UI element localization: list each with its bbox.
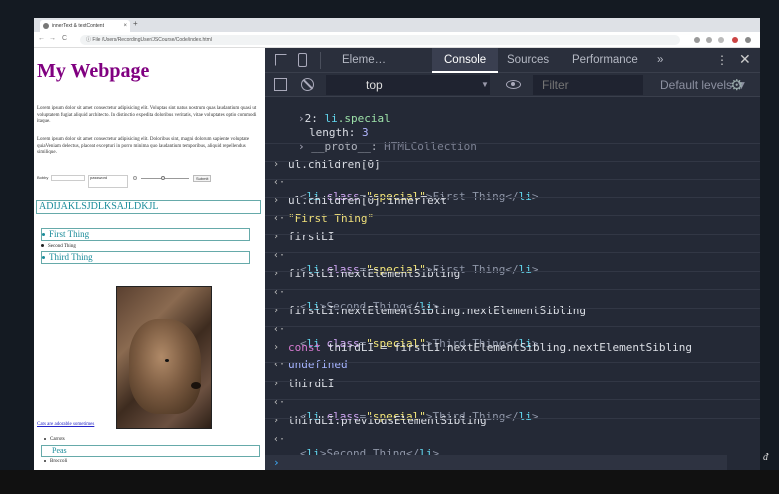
tab-title: innerText & textContent (52, 23, 104, 29)
username-label: Bobby (37, 175, 49, 180)
list-bullet (44, 437, 46, 440)
devtools-tab-bar: Eleme… Console Sources Performance » ⋮ ✕ (265, 48, 760, 73)
veg-item-peas: Peas (41, 445, 260, 457)
browser-tab[interactable]: innerText & textContent × (40, 20, 130, 32)
console-input[interactable]: › (265, 455, 727, 470)
veg-label: Carrots (50, 437, 65, 442)
veg-item-broccoli: Broccoli (44, 459, 67, 464)
corner-logo: ᵭ (763, 452, 768, 463)
list-item-label: Third Thing (49, 252, 93, 262)
back-button[interactable]: ← (38, 35, 45, 42)
list-item-label: Second Thing (48, 244, 76, 249)
more-tabs-icon[interactable]: » (657, 48, 663, 73)
list-bullet (41, 244, 44, 248)
range-slider-thumb[interactable] (161, 176, 165, 180)
demo-form: Bobby password Submit (37, 173, 261, 189)
veg-label: Peas (52, 446, 67, 455)
console-settings-icon[interactable]: ⚙ (730, 76, 743, 94)
devtools-close-icon[interactable]: ✕ (739, 52, 751, 68)
console-toolbar: top ▼ Default levels ▼ ⚙ (265, 73, 760, 97)
bear-eye (165, 359, 169, 362)
browser-menu-icon[interactable] (745, 37, 751, 43)
input-prompt-icon: › (273, 456, 280, 469)
new-tab-button[interactable]: + (133, 19, 138, 28)
veg-item-carrots: Carrots (44, 437, 65, 442)
extension-icon[interactable] (706, 37, 712, 43)
list-item-first: First Thing (41, 228, 250, 241)
reload-button[interactable]: C (62, 35, 67, 42)
password-label: password (90, 175, 108, 180)
submit-button[interactable]: Submit (193, 175, 212, 182)
devtools-menu-icon[interactable]: ⋮ (716, 53, 728, 67)
favicon-icon (43, 23, 49, 29)
tab-console[interactable]: Console (432, 48, 499, 73)
tab-elements[interactable]: Eleme… (342, 48, 386, 73)
list-bullet (42, 233, 45, 237)
toolbar-divider (320, 52, 321, 69)
bear-nose (191, 382, 201, 389)
tab-sources[interactable]: Sources (507, 48, 549, 73)
list-item-label: First Thing (49, 229, 90, 239)
browser-window: innerText & textContent × + ← → C ⓘ File… (34, 18, 760, 470)
address-prefix: File (92, 37, 101, 43)
browser-tab-bar: innerText & textContent × + (34, 18, 760, 32)
list-bullet (44, 459, 46, 462)
download-icon[interactable] (718, 37, 724, 43)
radio-button[interactable] (133, 176, 137, 180)
tab-close-icon[interactable]: × (123, 20, 127, 32)
bookmark-star-icon[interactable] (694, 37, 700, 43)
tab-performance[interactable]: Performance (572, 48, 638, 73)
paragraph-2: Lorem ipsum dolor sit amet consectetur a… (37, 137, 250, 155)
bear-face (129, 319, 201, 414)
clear-console-icon[interactable] (301, 78, 314, 91)
devtools-panel: Eleme… Console Sources Performance » ⋮ ✕… (265, 48, 760, 470)
list-bullet (42, 256, 45, 260)
browser-navbar: ← → C ⓘ File /Users/RecordingUser/JSCour… (34, 32, 760, 48)
sidebar-toggle-icon[interactable] (274, 78, 287, 91)
rendered-webpage: My Webpage Lorem ipsum dolor sit amet co… (34, 48, 265, 470)
bear-image (116, 286, 212, 429)
live-expression-eye-icon[interactable] (506, 80, 521, 89)
console-output: ›2: li.special length: 3 › __proto__: HT… (265, 97, 760, 470)
username-input[interactable] (51, 175, 85, 181)
output-arrow-icon: ‹· (273, 434, 286, 445)
range-slider[interactable] (141, 178, 189, 179)
paragraph-1: Lorem ipsum dolor sit amet consectetur a… (37, 106, 257, 124)
image-caption-link[interactable]: Cats are adorable sometimes (37, 422, 94, 427)
profile-avatar[interactable] (732, 37, 738, 43)
filter-input[interactable] (533, 75, 643, 95)
inspect-element-icon[interactable] (275, 54, 287, 66)
forward-button[interactable]: → (49, 35, 56, 42)
veg-label: Broccoli (50, 459, 68, 464)
info-icon: ⓘ (86, 37, 92, 43)
context-selector[interactable]: top (326, 75, 490, 95)
chevron-down-icon: ▼ (481, 80, 489, 89)
address-path: /Users/RecordingUser/JSCourse/Code/index… (101, 37, 212, 43)
list-item-third: Third Thing (41, 251, 250, 264)
list-item-second: Second Thing (41, 243, 76, 250)
device-toolbar-icon[interactable] (298, 53, 307, 67)
page-title: My Webpage (37, 60, 150, 82)
heading-text: ADIJAKLSJDLKSAJLDKJL (36, 200, 261, 214)
video-bottom-bar (0, 470, 779, 494)
address-bar[interactable]: ⓘ File /Users/RecordingUser/JSCourse/Cod… (80, 35, 680, 45)
